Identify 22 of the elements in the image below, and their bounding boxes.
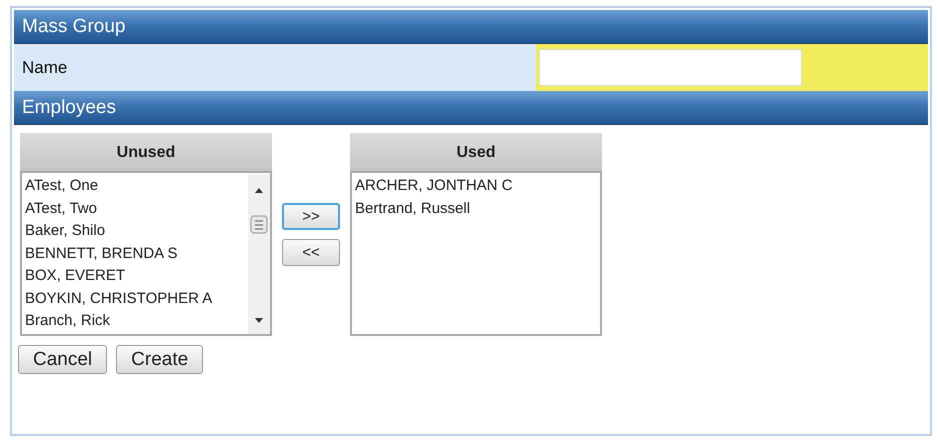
list-heading: Used [350, 133, 602, 171]
list-item[interactable]: BENNETT, BRENDA S [25, 242, 178, 265]
list-item[interactable]: Baker, Shilo [25, 220, 106, 242]
panel-title: Mass Group [14, 10, 928, 44]
section-title: Employees [14, 91, 928, 125]
field-label: Name [21, 58, 68, 78]
list-item[interactable]: Bertrand, Russell [355, 198, 470, 220]
cancel-button[interactable]: Cancel [18, 345, 108, 374]
list-box[interactable]: ATest, One ATest, Two Baker, Shilo BENNETT, BRENDA S BOX, EVERET BOYKIN, CHRISTOPHER A Branch, Rick [20, 171, 272, 336]
list-heading: Unused [20, 133, 272, 171]
add-button[interactable]: >> [282, 203, 340, 230]
list-item[interactable]: BOYKIN, CHRISTOPHER A [25, 288, 212, 310]
list-item[interactable]: BOX, EVERET [25, 265, 126, 288]
create-button[interactable]: Create [116, 345, 204, 374]
scrollbar[interactable] [248, 175, 270, 334]
list-box[interactable]: ARCHER, JONTHAN C Bertrand, Russell [350, 171, 602, 336]
list-item[interactable]: ATest, One [25, 175, 98, 198]
remove-button[interactable]: << [282, 239, 340, 266]
list-item[interactable]: ARCHER, JONTHAN C [355, 175, 513, 198]
list-item[interactable]: ATest, Two [25, 198, 97, 220]
list-item[interactable]: Branch, Rick [25, 310, 110, 332]
name-field[interactable] [539, 49, 802, 86]
